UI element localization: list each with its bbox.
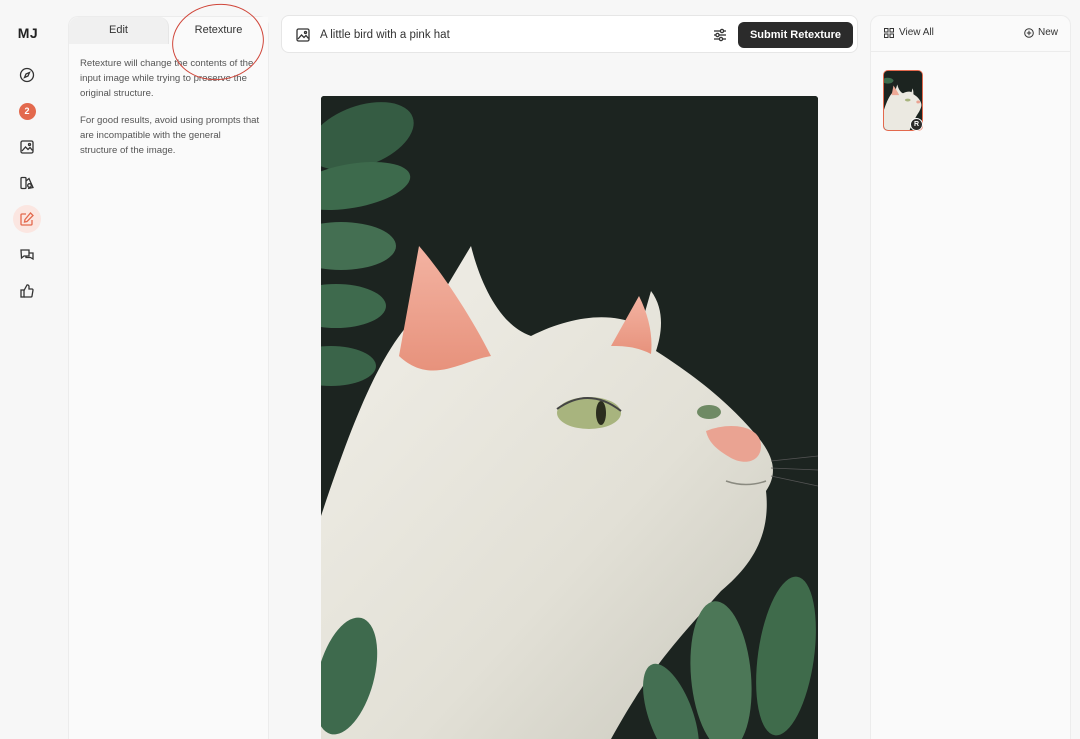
new-button[interactable]: New <box>1024 27 1058 38</box>
edit-icon <box>20 212 34 226</box>
create-button[interactable] <box>13 133 41 161</box>
view-all-button[interactable]: View All <box>884 27 934 38</box>
retexture-badge: R <box>910 118 923 131</box>
grid-icon <box>884 27 894 38</box>
notifications-button[interactable]: 2 <box>13 97 41 125</box>
likes-button[interactable] <box>13 277 41 305</box>
notification-badge: 2 <box>18 102 36 120</box>
app-logo[interactable]: MJ <box>0 25 56 41</box>
organize-icon <box>20 176 34 190</box>
explore-button[interactable] <box>13 61 41 89</box>
description-paragraph: Retexture will change the contents of th… <box>80 58 254 99</box>
organize-button[interactable] <box>13 169 41 197</box>
settings-sliders-icon[interactable] <box>712 27 728 43</box>
edit-button[interactable] <box>13 205 41 233</box>
chat-icon <box>20 249 34 261</box>
left-rail: MJ 2 <box>0 0 56 739</box>
edit-tabs: Edit Retexture <box>69 17 268 44</box>
history-panel: View All New R <box>870 15 1071 739</box>
tab-retexture[interactable]: Retexture <box>169 17 268 44</box>
white-cat-illustration <box>321 96 818 739</box>
description-paragraph: For good results, avoid using prompts th… <box>80 115 260 156</box>
history-header: View All New <box>871 16 1070 52</box>
thumbs-up-icon <box>20 284 34 298</box>
prompt-bar: Submit Retexture <box>281 15 858 53</box>
view-all-label: View All <box>899 27 934 38</box>
tab-edit[interactable]: Edit <box>69 17 169 44</box>
image-icon <box>20 140 34 154</box>
prompt-input[interactable] <box>320 25 680 45</box>
plus-circle-icon <box>1024 27 1034 38</box>
submit-retexture-button[interactable]: Submit Retexture <box>738 22 853 48</box>
new-label: New <box>1037 27 1058 38</box>
image-icon[interactable] <box>295 27 311 43</box>
chat-button[interactable] <box>13 241 41 269</box>
source-image[interactable] <box>321 96 818 739</box>
edit-panel: Edit Retexture Retexture will change the… <box>68 16 269 739</box>
retexture-description: Retexture will change the contents of th… <box>80 56 260 170</box>
compass-icon <box>19 67 35 83</box>
